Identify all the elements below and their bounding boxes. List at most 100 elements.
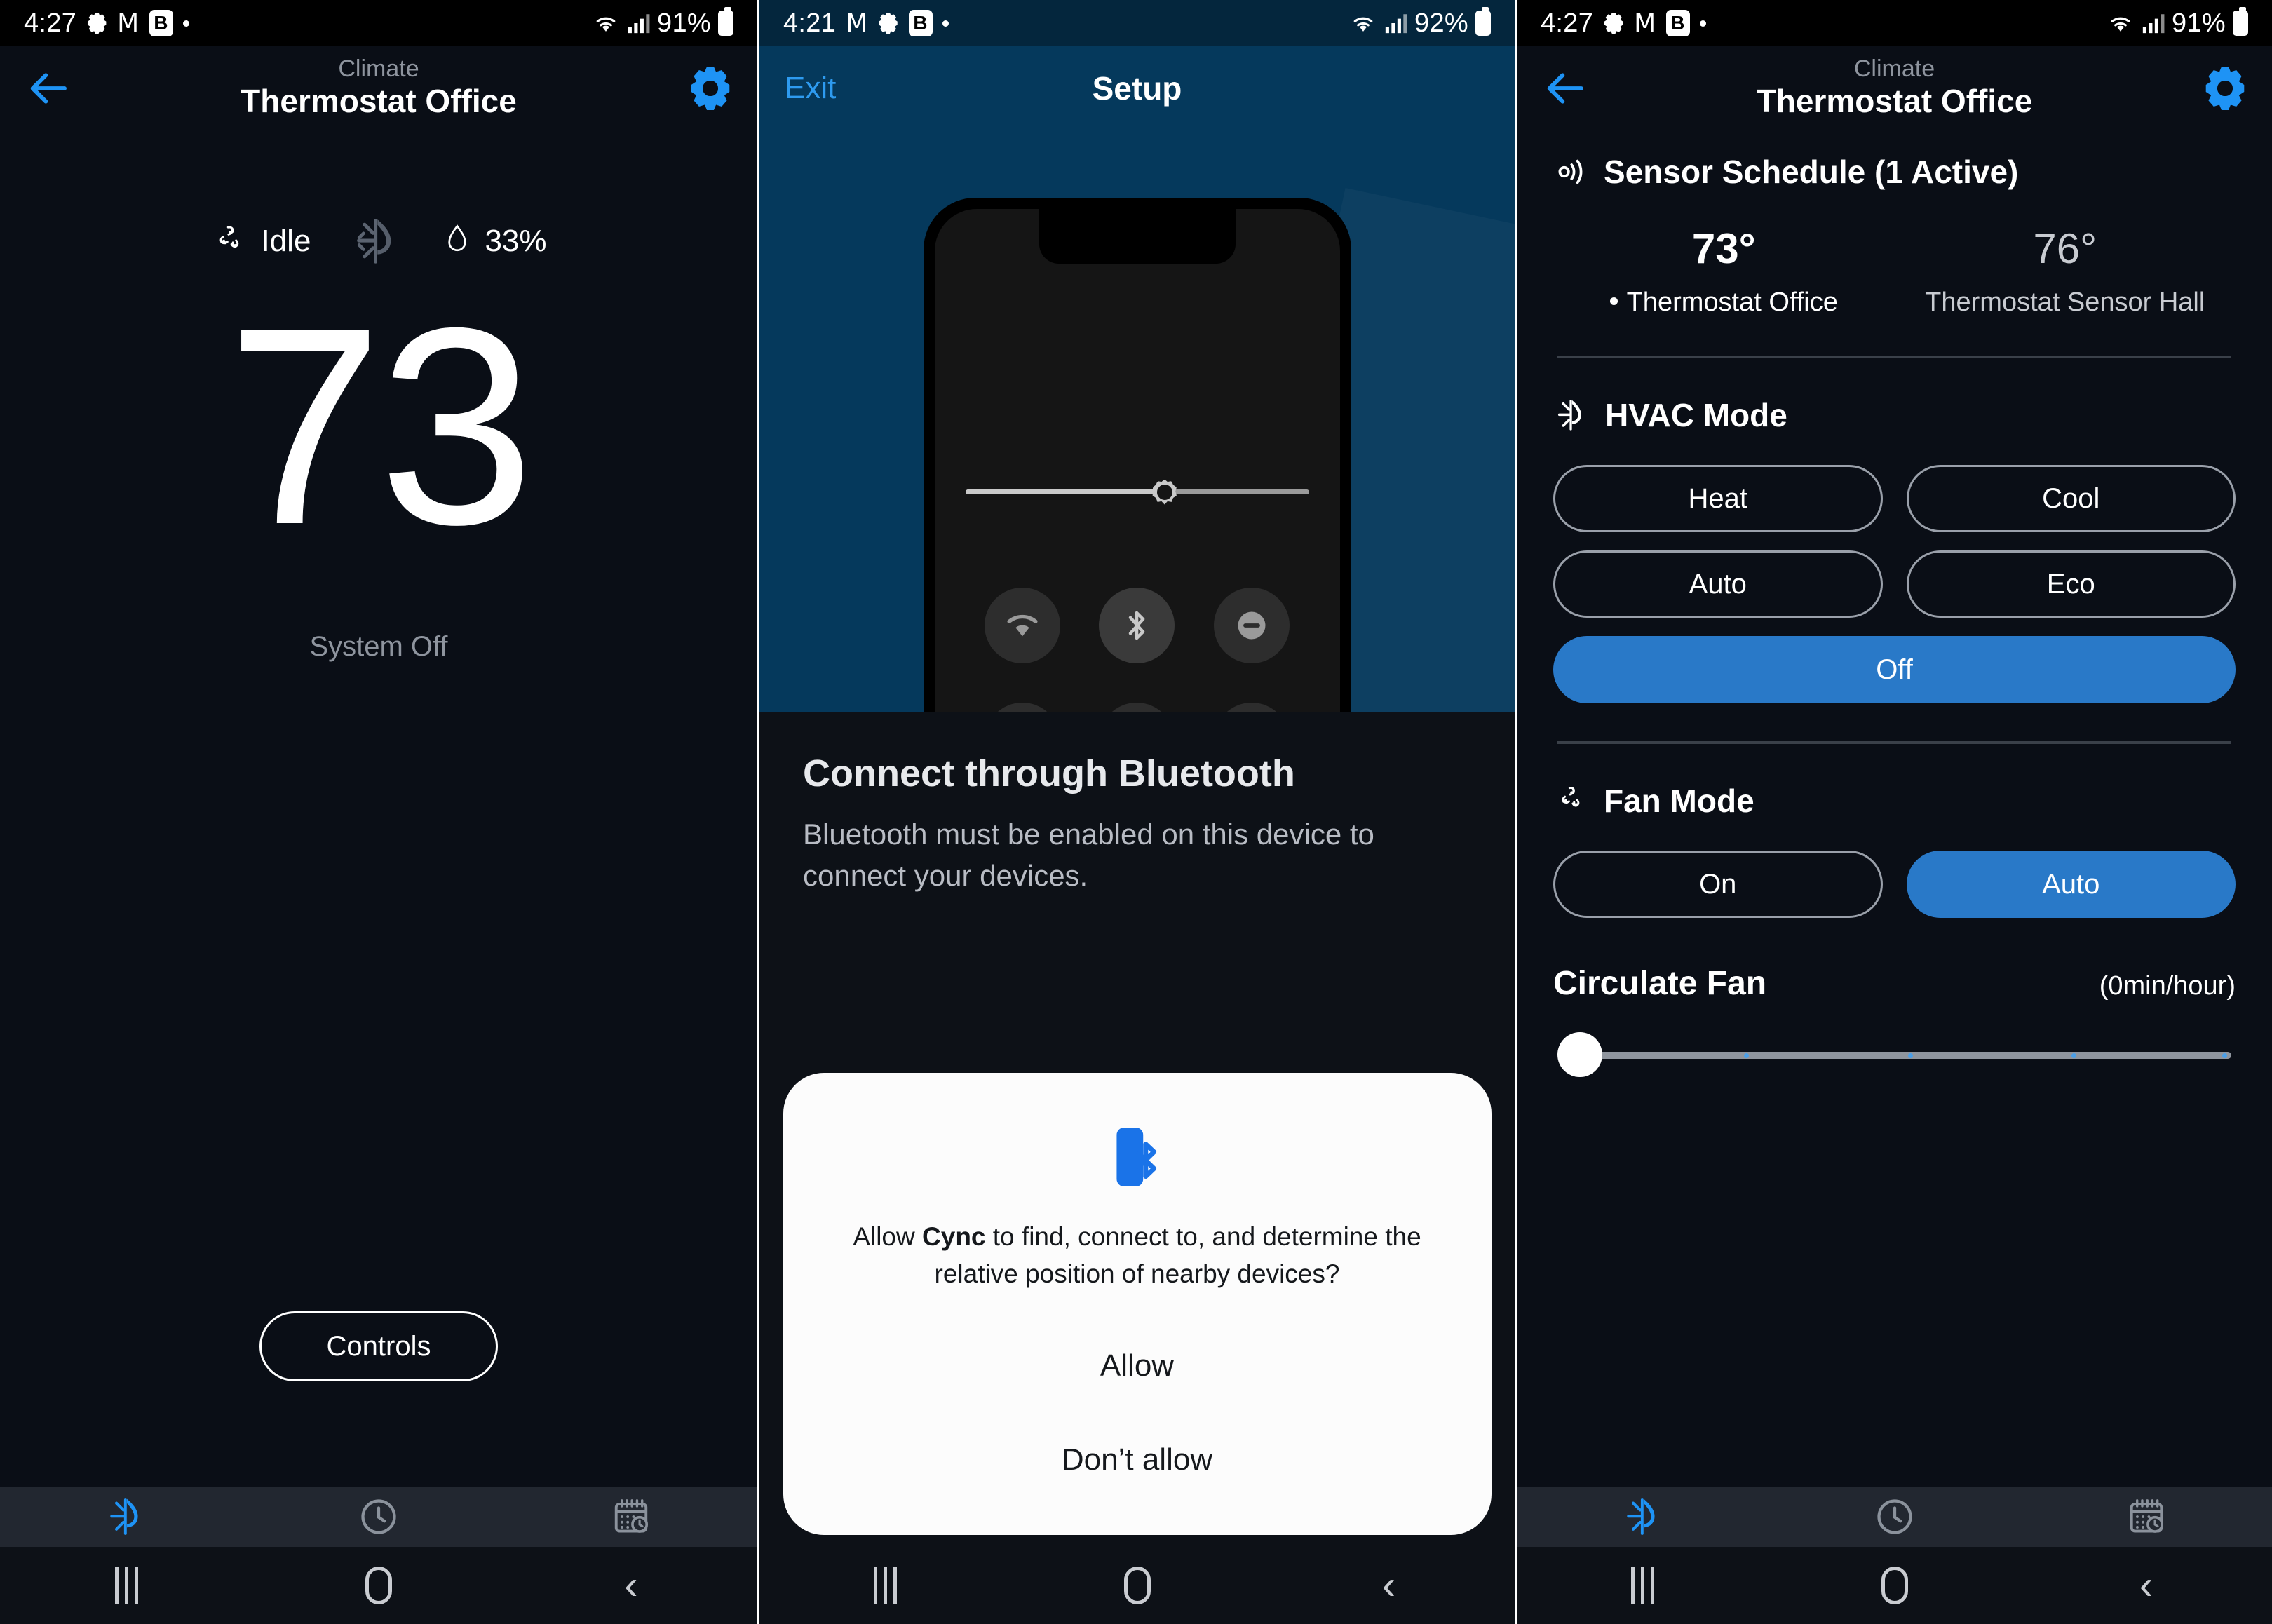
status-bar-left: 4:21 M B (783, 8, 949, 39)
brightness-knob-icon (1152, 479, 1177, 505)
hvac-status (350, 215, 403, 268)
status-bar-right: 91% (593, 7, 733, 39)
sensor-temperature: 76° (2033, 225, 2097, 272)
hvac-option-off[interactable]: Off (1553, 636, 2236, 703)
status-bar-left: 4:27 M B (24, 8, 189, 39)
controls-body: Sensor Schedule (1 Active) 73° Thermosta… (1517, 130, 2272, 1487)
sensor-item-active[interactable]: 73° Thermostat Office (1553, 226, 1895, 318)
wifi-icon (596, 17, 616, 32)
gear-icon (878, 13, 899, 34)
status-bar-right: 91% (2107, 7, 2248, 39)
fan-mode-title: Fan Mode (1604, 783, 1754, 819)
gmail-icon: M (1634, 8, 1656, 38)
recents-icon (874, 1567, 897, 1604)
header-titles: Climate Thermostat Office (0, 56, 757, 121)
nav-home-button[interactable] (1011, 1567, 1263, 1604)
status-bar: 4:21 M B 92% (759, 0, 1515, 46)
gear-icon (86, 13, 107, 34)
tab-schedule[interactable] (2020, 1496, 2272, 1537)
humidity-droplet-icon (448, 224, 467, 252)
phone-notch (1039, 209, 1236, 264)
hvac-mode-icon (1626, 1498, 1655, 1535)
nav-recents-button[interactable] (0, 1567, 252, 1604)
dont-allow-button[interactable]: Don’t allow (825, 1413, 1449, 1507)
slider-thumb[interactable] (1557, 1032, 1602, 1077)
panel-thermostat-controls: 4:27 M B 91% Climate Thermostat Office S… (1515, 0, 2272, 1624)
humidity-value: 33% (485, 224, 547, 258)
humidity-status: 33% (442, 222, 547, 260)
bluetooth-permission-dialog: Allow Cync to find, connect to, and dete… (783, 1073, 1492, 1536)
hvac-mode-options: Heat Cool Auto Eco Off (1553, 465, 2236, 703)
allow-button[interactable]: Allow (825, 1319, 1449, 1413)
tab-climate[interactable] (1517, 1495, 1769, 1538)
dialog-text-before: Allow (853, 1222, 923, 1251)
recents-icon (114, 1567, 138, 1604)
bitwarden-icon: B (1665, 10, 1690, 36)
nav-recents-button[interactable] (759, 1567, 1011, 1604)
tab-history[interactable] (252, 1496, 505, 1538)
calendar-schedule-icon (2130, 1499, 2163, 1533)
hvac-option-cool[interactable]: Cool (1906, 465, 2236, 532)
nav-home-button[interactable] (252, 1567, 505, 1604)
qs-hotspot (1099, 703, 1175, 712)
page-title: Thermostat Office (1756, 83, 2033, 120)
back-icon: ‹ (624, 1562, 638, 1608)
fan-status: Idle (210, 222, 311, 260)
circulate-fan-value: (0min/hour) (2099, 971, 2236, 1001)
controls-button[interactable]: Controls (259, 1311, 498, 1381)
circulate-fan-slider[interactable] (1553, 1032, 2236, 1077)
nav-recents-button[interactable] (1517, 1567, 1769, 1604)
sensor-schedule-title: Sensor Schedule (1 Active) (1604, 154, 2019, 190)
sheet-heading: Connect through Bluetooth (803, 752, 1295, 794)
circulate-fan-label: Circulate Fan (1553, 965, 1767, 1002)
hvac-option-heat[interactable]: Heat (1553, 465, 1883, 532)
fan-icon (1562, 787, 1580, 807)
bottom-tab-bar (1517, 1487, 2272, 1547)
tab-history[interactable] (1769, 1496, 2020, 1538)
hvac-option-auto[interactable]: Auto (1553, 550, 1883, 618)
settings-gear-icon[interactable] (689, 67, 732, 110)
screenshot-triptych: 4:27 M B 91% Climate Thermostat Office I… (0, 0, 2272, 1624)
bitwarden-icon: B (908, 10, 933, 36)
qs-do-not-disturb (1213, 588, 1290, 663)
signal-icon (2142, 14, 2165, 34)
wifi-icon (1007, 614, 1038, 637)
fan-mode-header: Fan Mode (1553, 782, 2236, 820)
gear-icon (1603, 13, 1624, 34)
settings-gear-icon[interactable] (2203, 67, 2247, 110)
system-state-label: System Off (309, 631, 448, 662)
nav-back-button[interactable]: ‹ (505, 1565, 757, 1606)
nav-home-button[interactable] (1769, 1567, 2020, 1604)
hvac-mode-header: HVAC Mode (1553, 396, 2236, 434)
app-header: Climate Thermostat Office (1517, 46, 2272, 130)
history-clock-icon (361, 1499, 396, 1534)
fan-option-auto[interactable]: Auto (1906, 851, 2236, 918)
tab-climate[interactable] (0, 1495, 252, 1538)
back-icon: ‹ (2139, 1562, 2153, 1608)
sensor-schedule-header: Sensor Schedule (1 Active) (1553, 153, 2236, 191)
hvac-option-eco[interactable]: Eco (1906, 550, 2236, 618)
sensor-item[interactable]: 76° Thermostat Sensor Hall (1895, 226, 2236, 318)
signal-icon (628, 14, 650, 34)
qs-wifi (985, 588, 1061, 663)
header-subtitle: Climate (1853, 55, 1935, 82)
bluetooth-icon (1129, 611, 1145, 640)
slider-tick (2222, 1053, 2227, 1058)
gmail-icon: M (117, 8, 140, 38)
tab-schedule[interactable] (505, 1496, 757, 1537)
bluetooth-device-icon (1116, 1127, 1156, 1187)
nav-back-button[interactable]: ‹ (1263, 1565, 1515, 1606)
nav-back-button[interactable]: ‹ (2020, 1565, 2272, 1606)
hvac-mode-icon (357, 219, 391, 264)
status-time: 4:27 (1541, 8, 1594, 38)
dialog-icon-wrap (825, 1125, 1449, 1189)
status-time: 4:27 (24, 8, 77, 38)
exit-button[interactable]: Exit (785, 71, 836, 106)
sensor-name: Thermostat Sensor Hall (1925, 287, 2205, 317)
back-arrow-icon[interactable] (1542, 66, 1587, 111)
hvac-mode-title: HVAC Mode (1605, 397, 1787, 433)
fan-option-on[interactable]: On (1553, 851, 1883, 918)
hvac-mode-icon (1557, 400, 1581, 431)
dialog-app-name: Cync (922, 1222, 986, 1251)
back-arrow-icon[interactable] (25, 66, 70, 111)
